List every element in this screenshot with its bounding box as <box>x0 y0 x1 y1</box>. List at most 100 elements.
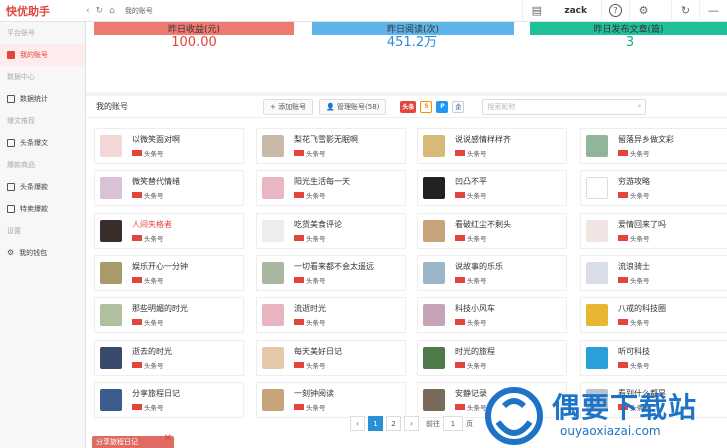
page-2-button[interactable]: 2 <box>386 416 401 431</box>
account-card[interactable]: 穷游攻略 头条号 <box>580 170 727 206</box>
account-card[interactable]: 人间失格者 头条号 <box>94 213 244 249</box>
account-name: 阳光生活每一天 <box>294 177 350 186</box>
goto-page-input[interactable]: 1 <box>443 416 463 431</box>
toutiao-icon <box>618 192 628 198</box>
sidebar-item-wallet[interactable]: ⚙ 我的钱包 <box>0 242 85 264</box>
account-card[interactable]: 梨花飞雪影无眠啊 头条号 <box>256 128 406 164</box>
account-info: 留落异乡做文彩 头条号 <box>618 134 674 158</box>
stat-articles-bar[interactable]: 昨日发布文章(篇) <box>530 22 727 35</box>
account-platform-tag: 头条号 <box>618 190 650 200</box>
site-watermark: 偶要下载站 ouyaoxiazai.com <box>482 378 727 448</box>
next-page-button[interactable]: › <box>404 416 419 431</box>
sidebar-item-my-accounts[interactable]: 我的账号 <box>0 44 85 66</box>
account-name: 人间失格者 <box>132 220 172 229</box>
account-tag-label: 头条号 <box>630 277 650 285</box>
toutiao-icon <box>132 319 142 325</box>
penguin-platform-icon[interactable]: P <box>436 100 449 113</box>
sidebar-item-sale-products[interactable]: 特卖爆款 <box>0 198 85 220</box>
account-card[interactable]: 看破红尘不剩头 头条号 <box>417 213 567 249</box>
avatar <box>100 262 122 284</box>
account-card[interactable]: 一切看来都不会太遥远 头条号 <box>256 255 406 291</box>
back-icon[interactable]: ‹ <box>86 6 90 16</box>
sidebar-item-toutiao-articles[interactable]: 头条爆文 <box>0 132 85 154</box>
user-name[interactable]: zack <box>550 6 601 16</box>
avatar <box>262 177 284 199</box>
account-platform-tag: 头条号 <box>132 275 188 285</box>
avatar <box>262 389 284 411</box>
stat-earnings-bar[interactable]: 昨日收益(元) <box>94 22 294 35</box>
account-card[interactable]: 流逝时光 头条号 <box>256 297 406 333</box>
toutiao-icon <box>294 362 304 368</box>
bottom-tab-label: 分享旅程日记 <box>96 438 138 446</box>
account-platform-tag: 头条号 <box>455 275 503 285</box>
account-card[interactable]: 每天美好日记 头条号 <box>256 340 406 376</box>
account-card[interactable]: 说说感情样样齐 头条号 <box>417 128 567 164</box>
account-platform-tag: 头条号 <box>618 148 674 158</box>
home-icon[interactable]: ⌂ <box>109 6 115 16</box>
account-card[interactable]: 流浪骑士 头条号 <box>580 255 727 291</box>
help-icon[interactable]: ? <box>601 0 629 22</box>
account-platform-tag: 头条号 <box>455 360 495 370</box>
panel-title: 我的账号 <box>96 102 128 111</box>
uc-platform-icon[interactable]: 5 <box>420 100 433 113</box>
account-card[interactable]: 微笑替代情绪 头条号 <box>94 170 244 206</box>
notes-icon[interactable]: ▤ <box>522 0 550 22</box>
account-card[interactable]: 逝去的时光 头条号 <box>94 340 244 376</box>
refresh-icon[interactable]: ↻ <box>96 6 104 16</box>
calendar-icon <box>7 205 15 213</box>
sidebar-item-toutiao-products[interactable]: 头条爆款 <box>0 176 85 198</box>
sidebar-item-data-stats[interactable]: 数据统计 <box>0 88 85 110</box>
search-icon: ⌕ <box>637 102 642 110</box>
account-card[interactable]: 以微笑面对啊 头条号 <box>94 128 244 164</box>
account-tag-label: 头条号 <box>144 150 164 158</box>
search-placeholder: 搜索昵称 <box>487 102 516 111</box>
enterprise-platform-icon[interactable]: 企 <box>452 100 465 113</box>
avatar <box>586 262 608 284</box>
bottom-tab[interactable]: 分享旅程日记 ✕ <box>92 433 174 448</box>
account-tag-label: 头条号 <box>467 150 487 158</box>
avatar <box>586 347 608 369</box>
account-card[interactable]: 娱乐开心一分钟 头条号 <box>94 255 244 291</box>
breadcrumb[interactable]: 我的账号 <box>125 6 153 16</box>
toutiao-platform-icon[interactable]: 头条 <box>400 100 417 113</box>
account-platform-tag: 头条号 <box>132 317 188 327</box>
account-card[interactable]: 说故事的乐乐 头条号 <box>417 255 567 291</box>
watermark-logo-icon <box>485 387 543 445</box>
account-card[interactable]: 八戒的科技圈 头条号 <box>580 297 727 333</box>
search-input[interactable]: 搜索昵称 ⌕ <box>482 98 647 115</box>
account-card[interactable]: 爱情回来了吗 头条号 <box>580 213 727 249</box>
account-tag-label: 头条号 <box>306 319 326 327</box>
minimize-icon[interactable]: — <box>699 0 727 22</box>
page-1-button[interactable]: 1 <box>368 416 383 431</box>
account-info: 一刻钟阅读 头条号 <box>294 388 334 412</box>
close-icon[interactable]: ✕ <box>164 433 172 445</box>
account-card[interactable]: 听可科技 头条号 <box>580 340 727 376</box>
prev-page-button[interactable]: ‹ <box>350 416 365 431</box>
reload-icon[interactable]: ↻ <box>671 0 699 22</box>
account-name: 时光的旅程 <box>455 347 495 356</box>
account-card[interactable]: 那些明媚的时光 头条号 <box>94 297 244 333</box>
account-card[interactable]: 凹凸不平 头条号 <box>417 170 567 206</box>
add-account-button[interactable]: + 添加账号 <box>263 98 314 115</box>
account-card[interactable]: 留落异乡做文彩 头条号 <box>580 128 727 164</box>
account-card[interactable]: 科技小风车 头条号 <box>417 297 567 333</box>
manage-account-button[interactable]: 👤 管理账号(58) <box>319 98 387 115</box>
sidebar-item-label: 数据统计 <box>20 95 48 103</box>
account-card[interactable]: 时光的旅程 头条号 <box>417 340 567 376</box>
gear-icon[interactable]: ⚙ <box>629 0 657 22</box>
stats-section: 100.00 昨日收益(元) 451.2万 昨日阅读(次) 3 昨日发布文章(篇… <box>86 22 727 92</box>
sidebar-item-label: 我的钱包 <box>19 249 48 257</box>
account-name: 一刻钟阅读 <box>294 389 334 398</box>
account-card[interactable]: 阳光生活每一天 头条号 <box>256 170 406 206</box>
account-name: 说故事的乐乐 <box>455 262 503 271</box>
account-platform-tag: 头条号 <box>132 148 180 158</box>
toutiao-icon <box>132 404 142 410</box>
account-card[interactable]: 吃货美食评论 头条号 <box>256 213 406 249</box>
accounts-icon <box>7 51 15 59</box>
avatar <box>423 347 445 369</box>
account-name: 娱乐开心一分钟 <box>132 262 188 271</box>
account-card[interactable]: 一刻钟阅读 头条号 <box>256 382 406 418</box>
app-brand: 快优助手 <box>6 4 50 18</box>
account-card[interactable]: 分享旅程日记 头条号 <box>94 382 244 418</box>
stat-reads-bar[interactable]: 昨日阅读(次) <box>312 22 514 35</box>
